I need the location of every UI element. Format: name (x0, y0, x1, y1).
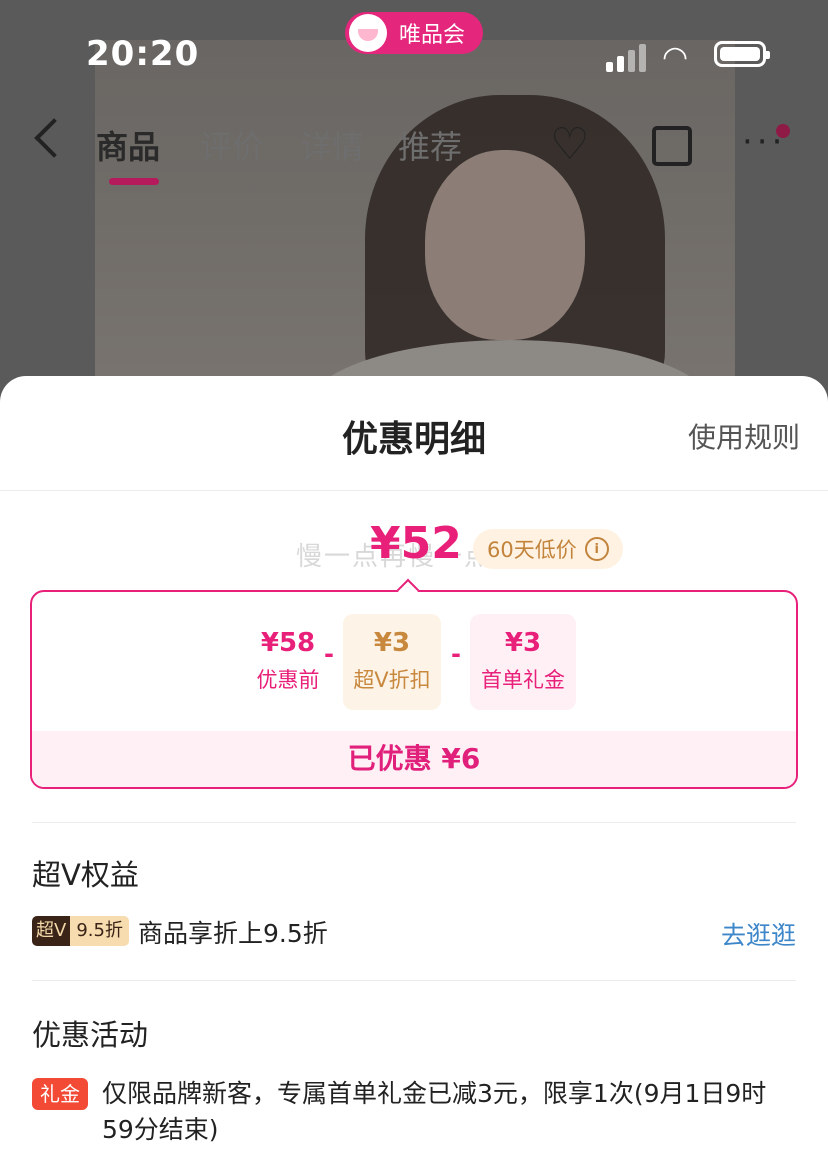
minus-sign: - (324, 640, 334, 668)
first-order-gift-segment: ¥3 首单礼金 (470, 614, 576, 710)
discount-detail-sheet: 优惠明细 使用规则 慢一点再慢一点 ¥52 60天低价 i ¥58 优惠前 - … (0, 376, 828, 1167)
product-photo (95, 40, 735, 420)
promo-text: 仅限品牌新客，专属首单礼金已减3元，限享1次(9月1日9时59分结束) (102, 1079, 767, 1144)
tab-details[interactable]: 详情 (300, 122, 364, 168)
super-v-badge-right: 9.5折 (70, 916, 129, 946)
tab-product[interactable]: 商品 (96, 122, 160, 168)
first-order-gift-label: 首单礼金 (481, 668, 565, 692)
share-icon[interactable] (652, 126, 692, 166)
super-v-discount-value: ¥3 (373, 628, 411, 658)
super-v-discount-segment: ¥3 超V折扣 (343, 614, 441, 710)
info-icon[interactable]: i (584, 537, 609, 561)
gift-badge: 礼金 (32, 1078, 88, 1110)
tab-reviews[interactable]: 评价 (200, 122, 264, 168)
original-price-label: 优惠前 (256, 668, 320, 692)
tab-underline (109, 178, 159, 185)
super-v-section-title: 超V权益 (32, 858, 139, 892)
rules-link[interactable]: 使用规则 (688, 416, 800, 456)
promo-section-title: 优惠活动 (32, 1018, 149, 1052)
background-product-page: 20:20 唯品会 ◠ 商品 评价 详情 推荐 ♡ ··· (0, 0, 828, 420)
total-saved: 已优惠 ¥6 (32, 731, 796, 787)
first-order-gift-value: ¥3 (504, 628, 542, 658)
bunny-logo-icon (349, 14, 387, 52)
original-price-value: ¥58 (260, 628, 316, 658)
minus-sign: - (451, 640, 461, 668)
divider (32, 822, 796, 823)
sheet-header: 优惠明细 使用规则 (0, 376, 828, 491)
browse-link[interactable]: 去逛逛 (721, 916, 796, 952)
battery-icon (714, 41, 770, 67)
low-price-badge[interactable]: 60天低价 i (473, 529, 623, 569)
signal-icon (606, 44, 646, 72)
price-breakdown-box: ¥58 优惠前 - ¥3 超V折扣 - ¥3 首单礼金 已优惠 ¥6 (30, 590, 798, 789)
product-nav-bar: 商品 评价 详情 推荐 ♡ ··· (0, 100, 828, 192)
super-v-badge: 超V 9.5折 (32, 916, 129, 946)
wifi-icon: ◠ (662, 40, 689, 75)
tab-recommend[interactable]: 推荐 (398, 122, 462, 168)
final-price: ¥52 (370, 518, 462, 569)
status-bar: 20:20 唯品会 ◠ (0, 0, 828, 90)
divider (32, 980, 796, 981)
super-v-benefit-text: 商品享折上9.5折 (138, 919, 328, 948)
app-badge[interactable]: 唯品会 (345, 12, 483, 54)
super-v-discount-label: 超V折扣 (353, 668, 431, 692)
status-time: 20:20 (86, 34, 200, 74)
app-badge-label: 唯品会 (399, 23, 466, 48)
notification-dot (776, 124, 790, 138)
heart-plus-icon[interactable]: ♡ (550, 122, 596, 168)
original-price-segment: ¥58 优惠前 (240, 614, 336, 710)
low-price-label: 60天低价 (487, 538, 577, 562)
back-icon[interactable] (34, 118, 74, 158)
super-v-badge-left: 超V (32, 916, 71, 946)
